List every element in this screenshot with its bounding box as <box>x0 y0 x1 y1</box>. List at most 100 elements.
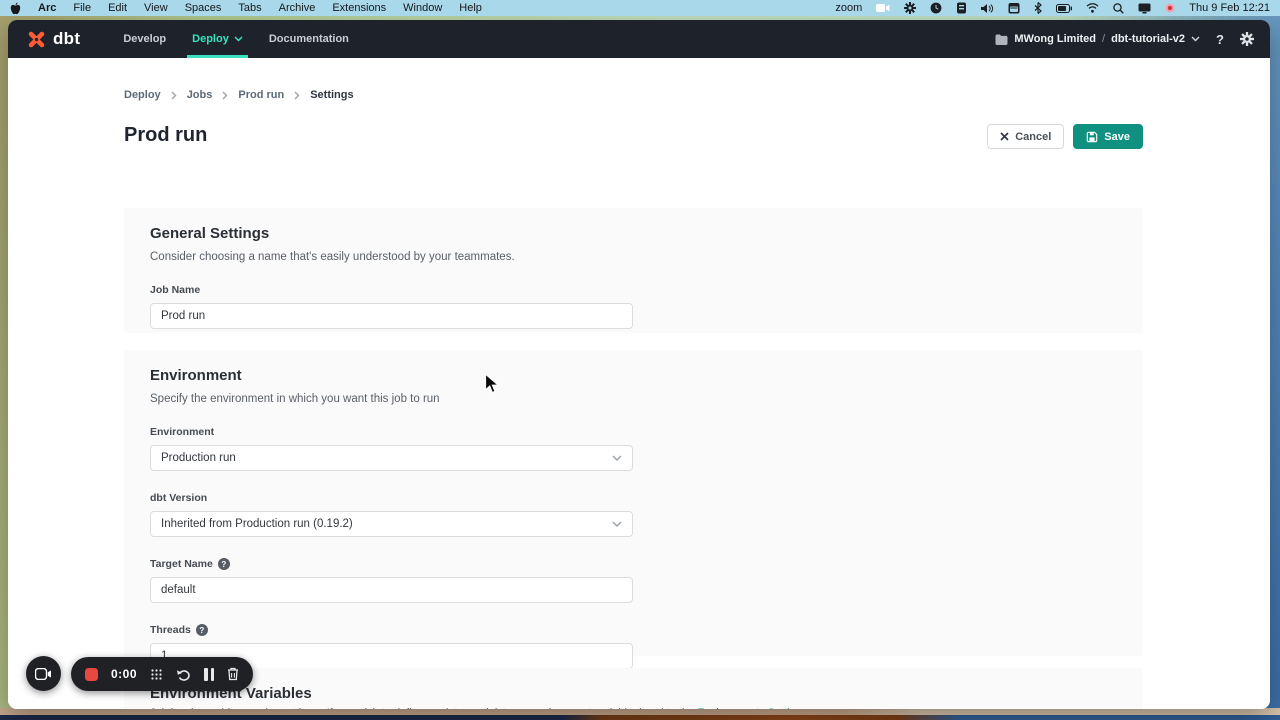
job-name-label: Job Name <box>150 284 1117 296</box>
page-content: Deploy Jobs Prod run Settings Prod run C… <box>8 58 1270 709</box>
breadcrumb-jobs[interactable]: Jobs <box>187 89 213 101</box>
battery-icon[interactable] <box>1056 4 1072 13</box>
help-button[interactable]: ? <box>1216 32 1224 47</box>
menubar-item-tabs[interactable]: Tabs <box>238 2 261 14</box>
account-project-switcher[interactable]: MWong Limited / dbt-tutorial-v2 <box>995 33 1200 45</box>
menubar-item-archive[interactable]: Archive <box>279 2 316 14</box>
dbt-brand-label: dbt <box>53 29 80 49</box>
breadcrumb-chevron-icon <box>222 91 228 100</box>
screen-record-icon[interactable] <box>1165 3 1175 13</box>
menubar-clock[interactable]: Thu 9 Feb 12:21 <box>1189 2 1270 14</box>
desktop: { "menubar": { "items": ["Arc", "File", … <box>0 0 1280 720</box>
menubar-item-help[interactable]: Help <box>459 2 482 14</box>
delete-recording-button[interactable] <box>227 667 239 681</box>
target-name-label: Target Name ? <box>150 558 1117 570</box>
nav-item-deploy[interactable]: Deploy <box>179 20 256 58</box>
camera-toggle-button[interactable] <box>26 656 61 691</box>
menubar-item-window[interactable]: Window <box>403 2 442 14</box>
general-settings-description: Consider choosing a name that's easily u… <box>150 251 1117 263</box>
project-name: dbt-tutorial-v2 <box>1111 33 1185 45</box>
breadcrumb-chevron-icon <box>294 91 300 100</box>
menubar-item-extensions[interactable]: Extensions <box>332 2 386 14</box>
environment-variables-title: Environment Variables <box>150 685 1117 702</box>
page-title: Prod run <box>124 124 207 147</box>
dbt-logo-icon <box>26 29 47 50</box>
breadcrumb: Deploy Jobs Prod run Settings <box>124 89 354 101</box>
nav-right: MWong Limited / dbt-tutorial-v2 ? <box>995 32 1254 47</box>
breadcrumb-prod-run[interactable]: Prod run <box>238 89 284 101</box>
menubar-item-file[interactable]: File <box>73 2 91 14</box>
save-floppy-icon <box>1086 131 1098 143</box>
recording-toolbar: 0:00 <box>71 657 253 691</box>
nav-item-documentation[interactable]: Documentation <box>256 20 362 58</box>
dbt-version-field: dbt Version Inherited from Production ru… <box>150 492 1117 537</box>
nav-item-develop[interactable]: Develop <box>110 20 179 58</box>
search-icon[interactable] <box>1113 3 1124 14</box>
dbt-brand[interactable]: dbt <box>26 29 80 50</box>
drag-handle-icon[interactable] <box>150 668 163 681</box>
environments-settings-link[interactable]: Environments Settings <box>697 707 807 709</box>
gear-icon[interactable] <box>904 2 916 14</box>
target-name-field: Target Name ? <box>150 558 1117 603</box>
clock-icon[interactable] <box>930 2 942 14</box>
target-name-help-icon[interactable]: ? <box>218 558 230 570</box>
keyboard-icon[interactable] <box>956 2 967 14</box>
environment-label: Environment <box>150 426 1117 438</box>
pause-recording-button[interactable] <box>204 668 214 681</box>
job-name-input[interactable] <box>150 303 633 329</box>
threads-help-icon[interactable]: ? <box>196 624 208 636</box>
recording-timer: 0:00 <box>111 667 137 681</box>
menubar-status-area: zoom <box>835 2 1270 14</box>
save-button[interactable]: Save <box>1073 124 1143 149</box>
environment-description: Specify the environment in which you wan… <box>150 393 1117 405</box>
threads-field: Threads ? <box>150 624 1117 669</box>
target-name-input[interactable] <box>150 577 633 603</box>
nav-items: Develop Deploy Documentation <box>110 20 362 58</box>
environment-card: Environment Specify the environment in w… <box>124 350 1143 656</box>
cancel-button[interactable]: Cancel <box>987 124 1064 149</box>
breadcrumb-chevron-icon <box>171 91 177 100</box>
video-camera-icon <box>35 668 52 680</box>
macos-menubar: Arc File Edit View Spaces Tabs Archive E… <box>0 0 1280 16</box>
menubar-left: Arc File Edit View Spaces Tabs Archive E… <box>10 2 482 15</box>
chevron-down-icon <box>612 455 622 462</box>
environment-variables-card: Environment Variables Job level override… <box>124 668 1143 709</box>
general-settings-title: General Settings <box>150 225 1117 242</box>
dbt-version-label: dbt Version <box>150 492 1117 504</box>
stop-recording-button[interactable] <box>85 668 98 681</box>
zoom-camera-icon[interactable] <box>876 3 890 13</box>
job-name-field: Job Name <box>150 284 1117 329</box>
environment-field: Environment Production run <box>150 426 1117 471</box>
wifi-icon[interactable] <box>1086 3 1099 13</box>
general-settings-card: General Settings Consider choosing a nam… <box>124 208 1143 333</box>
chevron-down-icon <box>612 521 622 528</box>
environment-variables-description: Job level overrides can be set here. If … <box>150 707 1117 709</box>
bluetooth-icon[interactable] <box>1034 2 1042 14</box>
volume-icon[interactable] <box>981 3 994 14</box>
account-project-separator: / <box>1102 33 1105 45</box>
display-icon[interactable] <box>1138 3 1151 14</box>
browser-window: dbt Develop Deploy Documentation MWong L… <box>8 20 1270 709</box>
chevron-down-icon <box>234 36 243 42</box>
apple-icon[interactable] <box>10 2 21 15</box>
menubar-item-edit[interactable]: Edit <box>108 2 127 14</box>
org-folder-icon <box>995 34 1008 45</box>
settings-gear-icon[interactable] <box>1240 32 1254 46</box>
menubar-item-view[interactable]: View <box>144 2 168 14</box>
calendar-icon[interactable] <box>1008 2 1020 14</box>
environment-title: Environment <box>150 367 1117 384</box>
zoom-menu-label[interactable]: zoom <box>835 2 862 14</box>
environment-select[interactable]: Production run <box>150 445 633 471</box>
menubar-item-spaces[interactable]: Spaces <box>185 2 222 14</box>
page-actions: Cancel Save <box>987 124 1143 149</box>
dbt-navbar: dbt Develop Deploy Documentation MWong L… <box>8 20 1270 58</box>
wallpaper-strip-dark <box>0 715 1280 720</box>
dbt-version-select[interactable]: Inherited from Production run (0.19.2) <box>150 511 633 537</box>
chevron-down-icon <box>1191 36 1200 42</box>
menubar-item-arc[interactable]: Arc <box>38 2 56 14</box>
close-icon <box>1000 132 1009 141</box>
breadcrumb-settings: Settings <box>310 89 353 101</box>
account-name: MWong Limited <box>1014 33 1096 45</box>
restart-recording-icon[interactable] <box>176 668 191 681</box>
breadcrumb-deploy[interactable]: Deploy <box>124 89 161 101</box>
